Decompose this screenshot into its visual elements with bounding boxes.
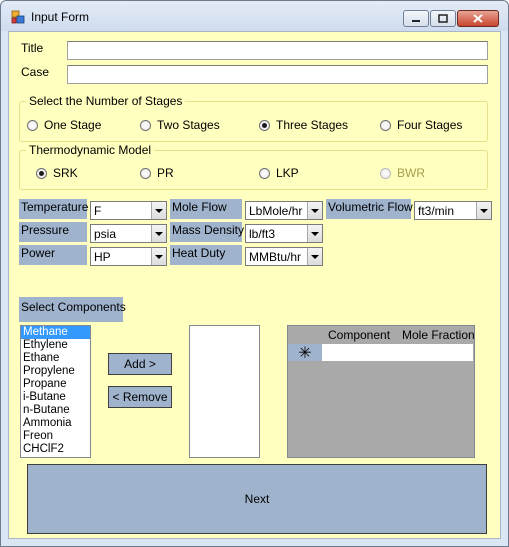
list-item[interactable]: Freon	[21, 430, 90, 443]
mole-flow-unit-value: LbMole/hr	[249, 203, 303, 218]
select-components-label: Select Components	[19, 297, 126, 322]
grid-new-row[interactable]: ✳	[288, 344, 474, 362]
radio-srk[interactable]: SRK	[36, 166, 78, 180]
new-row-icon: ✳	[288, 344, 322, 362]
power-label: Power	[19, 245, 87, 265]
pressure-unit-select[interactable]: psia	[90, 224, 167, 243]
radio-bwr-label: BWR	[397, 166, 425, 180]
stages-group: Select the Number of Stages One Stage Tw…	[19, 94, 488, 142]
power-unit-select[interactable]: HP	[90, 247, 167, 266]
radio-three-stages-label: Three Stages	[276, 118, 349, 132]
title-label: Title	[21, 41, 44, 55]
list-item[interactable]: Ethylene	[21, 339, 90, 352]
chevron-down-icon[interactable]	[151, 248, 166, 265]
list-item[interactable]: Methane	[21, 326, 90, 339]
list-item[interactable]: Ethane	[21, 352, 90, 365]
heat-duty-unit-value: MMBtu/hr	[249, 249, 302, 264]
remove-component-button[interactable]: < Remove	[108, 386, 172, 408]
thermo-model-group-title: Thermodynamic Model	[26, 143, 155, 157]
selected-components-list[interactable]	[189, 325, 260, 458]
close-button[interactable]	[457, 10, 499, 27]
case-label: Case	[21, 65, 50, 79]
chevron-down-icon[interactable]	[476, 202, 491, 219]
temperature-label: Temperature	[19, 199, 88, 219]
chevron-down-icon[interactable]	[307, 202, 322, 219]
temperature-unit-select[interactable]: F	[90, 201, 167, 220]
radio-two-stages[interactable]: Two Stages	[140, 118, 220, 132]
radio-lkp-dot	[259, 167, 270, 179]
maximize-icon	[438, 14, 448, 23]
column-header-component[interactable]: Component	[328, 328, 390, 342]
radio-four-stages[interactable]: Four Stages	[380, 118, 462, 132]
radio-bwr-dot	[380, 167, 391, 179]
chevron-down-icon[interactable]	[151, 202, 166, 219]
radio-one-stage-dot	[27, 119, 38, 131]
list-item[interactable]: Propylene	[21, 365, 90, 378]
volumetric-flow-unit-value: ft3/min	[418, 203, 455, 218]
mole-flow-label: Mole Flow	[170, 199, 242, 219]
title-bar[interactable]: Input Form	[1, 1, 508, 31]
stages-group-title: Select the Number of Stages	[26, 94, 186, 108]
available-components-list[interactable]: Methane Ethylene Ethane Propylene Propan…	[20, 325, 91, 458]
thermo-model-group: Thermodynamic Model SRK PR LKP BWR	[19, 143, 488, 190]
volumetric-flow-label: Volumetric Flow	[326, 199, 413, 219]
title-input[interactable]	[67, 41, 488, 60]
list-item[interactable]: i-Butane	[21, 391, 90, 404]
volumetric-flow-unit-select[interactable]: ft3/min	[414, 201, 492, 220]
radio-pr[interactable]: PR	[140, 166, 174, 180]
list-item[interactable]: Ammonia	[21, 417, 90, 430]
radio-two-stages-label: Two Stages	[157, 118, 220, 132]
list-item[interactable]: CHClF2	[21, 443, 90, 456]
input-form-window: Input Form Title Case Select the Number …	[0, 0, 509, 547]
radio-lkp[interactable]: LKP	[259, 166, 299, 180]
list-item[interactable]: n-Butane	[21, 404, 90, 417]
radio-srk-label: SRK	[53, 166, 78, 180]
maximize-button[interactable]	[430, 10, 456, 27]
mass-density-label: Mass Density	[170, 222, 244, 242]
mole-fraction-grid[interactable]: Component Mole Fraction ✳	[287, 325, 475, 458]
add-component-button[interactable]: Add >	[108, 353, 172, 375]
radio-pr-label: PR	[157, 166, 174, 180]
radio-three-stages-dot	[259, 119, 270, 131]
minimize-button[interactable]	[403, 10, 429, 27]
column-header-mole-fraction[interactable]: Mole Fraction	[402, 328, 475, 342]
radio-one-stage[interactable]: One Stage	[27, 118, 101, 132]
mass-density-unit-value: lb/ft3	[249, 226, 276, 241]
radio-lkp-label: LKP	[276, 166, 299, 180]
mole-flow-unit-select[interactable]: LbMole/hr	[245, 201, 323, 220]
case-input[interactable]	[67, 65, 488, 84]
form-client-area: Title Case Select the Number of Stages O…	[8, 31, 501, 539]
chevron-down-icon[interactable]	[151, 225, 166, 242]
radio-srk-dot	[36, 167, 47, 179]
heat-duty-label: Heat Duty	[170, 245, 242, 265]
pressure-label: Pressure	[19, 222, 87, 242]
pressure-unit-value: psia	[94, 226, 117, 241]
close-icon	[473, 14, 483, 23]
radio-bwr: BWR	[380, 166, 425, 180]
list-item[interactable]: Propane	[21, 378, 90, 391]
radio-three-stages[interactable]: Three Stages	[259, 118, 348, 132]
radio-four-stages-dot	[380, 119, 391, 131]
radio-four-stages-label: Four Stages	[397, 118, 463, 132]
new-row-cell[interactable]	[322, 344, 473, 361]
mass-density-unit-select[interactable]: lb/ft3	[245, 224, 323, 243]
radio-two-stages-dot	[140, 119, 151, 131]
next-button[interactable]: Next	[27, 464, 487, 534]
window-title: Input Form	[31, 10, 90, 24]
chevron-down-icon[interactable]	[307, 248, 322, 265]
radio-one-stage-label: One Stage	[44, 118, 102, 132]
radio-pr-dot	[140, 167, 151, 179]
heat-duty-unit-select[interactable]: MMBtu/hr	[245, 247, 323, 266]
chevron-down-icon[interactable]	[307, 225, 322, 242]
temperature-unit-value: F	[94, 203, 102, 218]
power-unit-value: HP	[94, 249, 111, 264]
minimize-icon	[412, 19, 420, 22]
app-icon	[11, 10, 25, 24]
